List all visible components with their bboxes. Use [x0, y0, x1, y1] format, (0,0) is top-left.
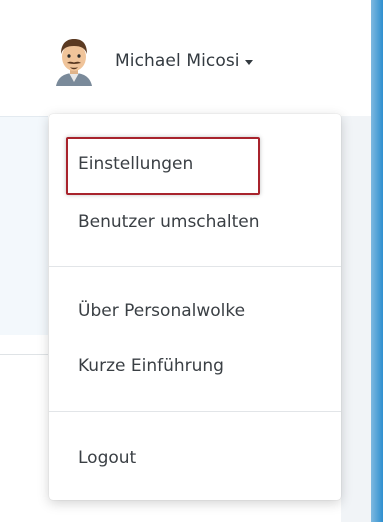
- user-menu-toggle[interactable]: Michael Micosi: [52, 32, 253, 90]
- background-panel: [0, 116, 48, 335]
- menu-item-settings[interactable]: Einstellungen: [78, 154, 193, 174]
- menu-item-switch-user[interactable]: Benutzer umschalten: [78, 212, 259, 232]
- background-divider: [0, 354, 48, 355]
- user-avatar-icon: [56, 39, 92, 86]
- menu-divider: [49, 411, 341, 412]
- background-side-panel: [341, 116, 371, 522]
- accent-bar: [371, 0, 383, 522]
- chevron-down-icon: [244, 59, 253, 65]
- user-name: Michael Micosi: [115, 51, 240, 71]
- user-dropdown-menu: Einstellungen Benutzer umschalten Über P…: [49, 114, 341, 500]
- menu-item-quick-intro[interactable]: Kurze Einführung: [78, 356, 224, 376]
- menu-item-logout[interactable]: Logout: [78, 448, 136, 468]
- menu-divider: [49, 266, 341, 267]
- menu-item-about[interactable]: Über Personalwolke: [78, 301, 245, 321]
